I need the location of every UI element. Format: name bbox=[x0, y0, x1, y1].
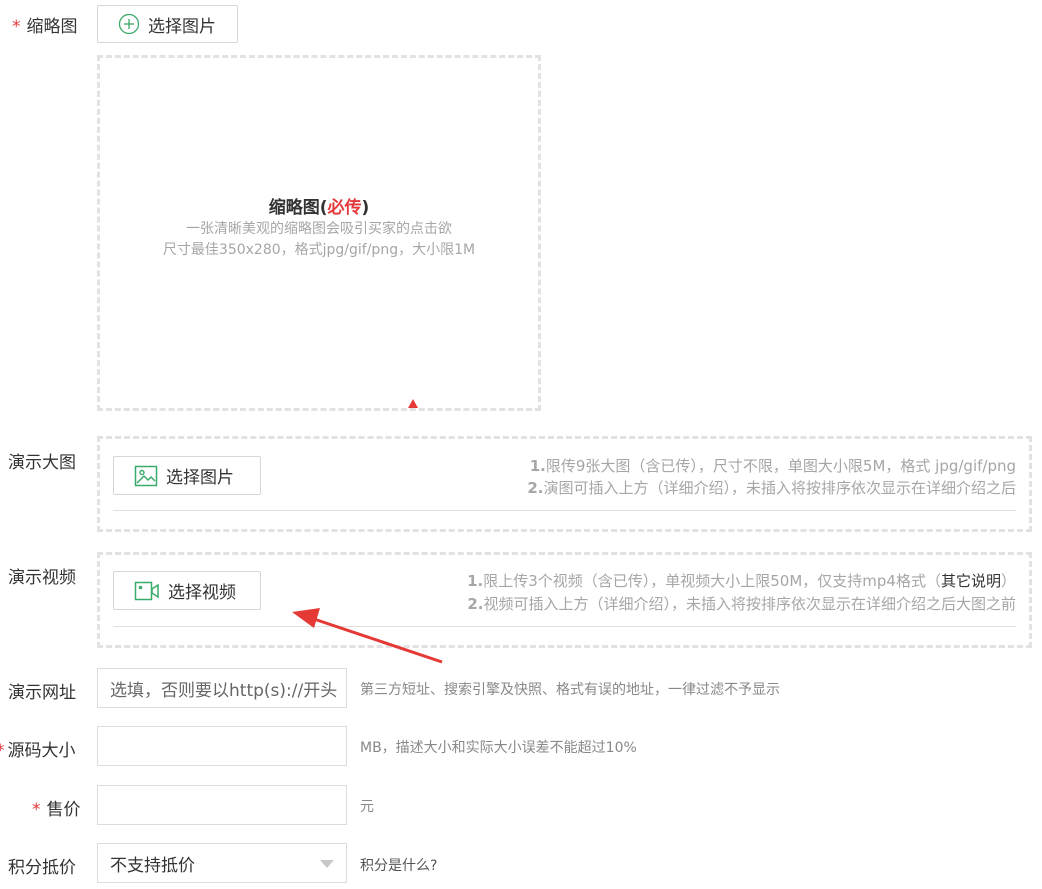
thumbnail-preview-area[interactable]: 缩略图(必传) 一张清晰美观的缩略图会吸引买家的点击欲 尺寸最佳350x280，… bbox=[97, 55, 541, 411]
demo-images-area: 选择图片 1.限传9张大图（含已传），尺寸不限，单图大小限5M，格式 jpg/g… bbox=[97, 436, 1032, 532]
thumbnail-select-image-button[interactable]: 选择图片 bbox=[97, 5, 238, 43]
demo-video-tip-1: 1.限上传3个视频（含已传），单视频大小上限50M，仅支持mp4格式（其它说明） bbox=[467, 572, 1016, 590]
demo-images-tip-2: 2.演图可插入上方（详细介绍），未插入将按排序依次显示在详细介绍之后 bbox=[527, 479, 1016, 497]
preview-title: 缩略图(必传) bbox=[268, 198, 370, 218]
demo-images-select-button[interactable]: 选择图片 bbox=[113, 456, 261, 495]
points-label: 积分抵价 bbox=[8, 858, 76, 878]
points-help-link[interactable]: 积分是什么? bbox=[360, 855, 437, 875]
divider bbox=[113, 626, 1016, 627]
divider bbox=[113, 510, 1016, 511]
required-mark: * bbox=[12, 17, 21, 37]
price-unit: 元 bbox=[360, 799, 374, 815]
preview-desc-1: 一张清晰美观的缩略图会吸引买家的点击欲 bbox=[186, 221, 452, 237]
thumbnail-label: * 缩略图 bbox=[12, 17, 78, 37]
source-size-hint: MB，描述大小和实际大小误差不能超过10% bbox=[360, 740, 637, 756]
red-triangle-marker-icon bbox=[408, 393, 418, 412]
demo-video-area: 选择视频 1.限上传3个视频（含已传），单视频大小上限50M，仅支持mp4格式（… bbox=[97, 552, 1032, 648]
other-notes-link[interactable]: 其它说明 bbox=[941, 572, 1001, 590]
dropdown-caret-icon bbox=[320, 853, 334, 873]
demo-url-input[interactable]: 选填，否则要以http(s)://开头 bbox=[97, 668, 347, 708]
preview-desc-2: 尺寸最佳350x280，格式jpg/gif/png，大小限1M bbox=[162, 242, 476, 258]
demo-video-select-button[interactable]: 选择视频 bbox=[113, 571, 261, 610]
price-input[interactable] bbox=[97, 785, 347, 825]
demo-video-label: 演示视频 bbox=[8, 568, 76, 588]
required-mark: * bbox=[0, 741, 5, 761]
points-select[interactable]: 不支持抵价 bbox=[97, 843, 347, 883]
demo-images-tip-1: 1.限传9张大图（含已传），尺寸不限，单图大小限5M，格式 jpg/gif/pn… bbox=[529, 457, 1016, 475]
demo-url-hint: 第三方短址、搜索引擎及快照、格式有误的地址，一律过滤不予显示 bbox=[360, 682, 780, 698]
required-mark: * bbox=[32, 800, 41, 820]
red-arrow-annotation-icon bbox=[292, 608, 443, 664]
image-icon bbox=[134, 465, 158, 487]
demo-images-label: 演示大图 bbox=[8, 453, 76, 473]
demo-video-tip-2: 2.视频可插入上方（详细介绍），未插入将按排序依次显示在详细介绍之后大图之前 bbox=[467, 595, 1016, 613]
price-label: * 售价 bbox=[32, 800, 81, 820]
plus-circle-icon bbox=[118, 13, 140, 35]
source-size-input[interactable] bbox=[97, 726, 347, 766]
video-camera-icon bbox=[134, 580, 160, 602]
source-size-label: *源码大小 bbox=[0, 736, 76, 761]
demo-url-label: 演示网址 bbox=[8, 683, 76, 703]
